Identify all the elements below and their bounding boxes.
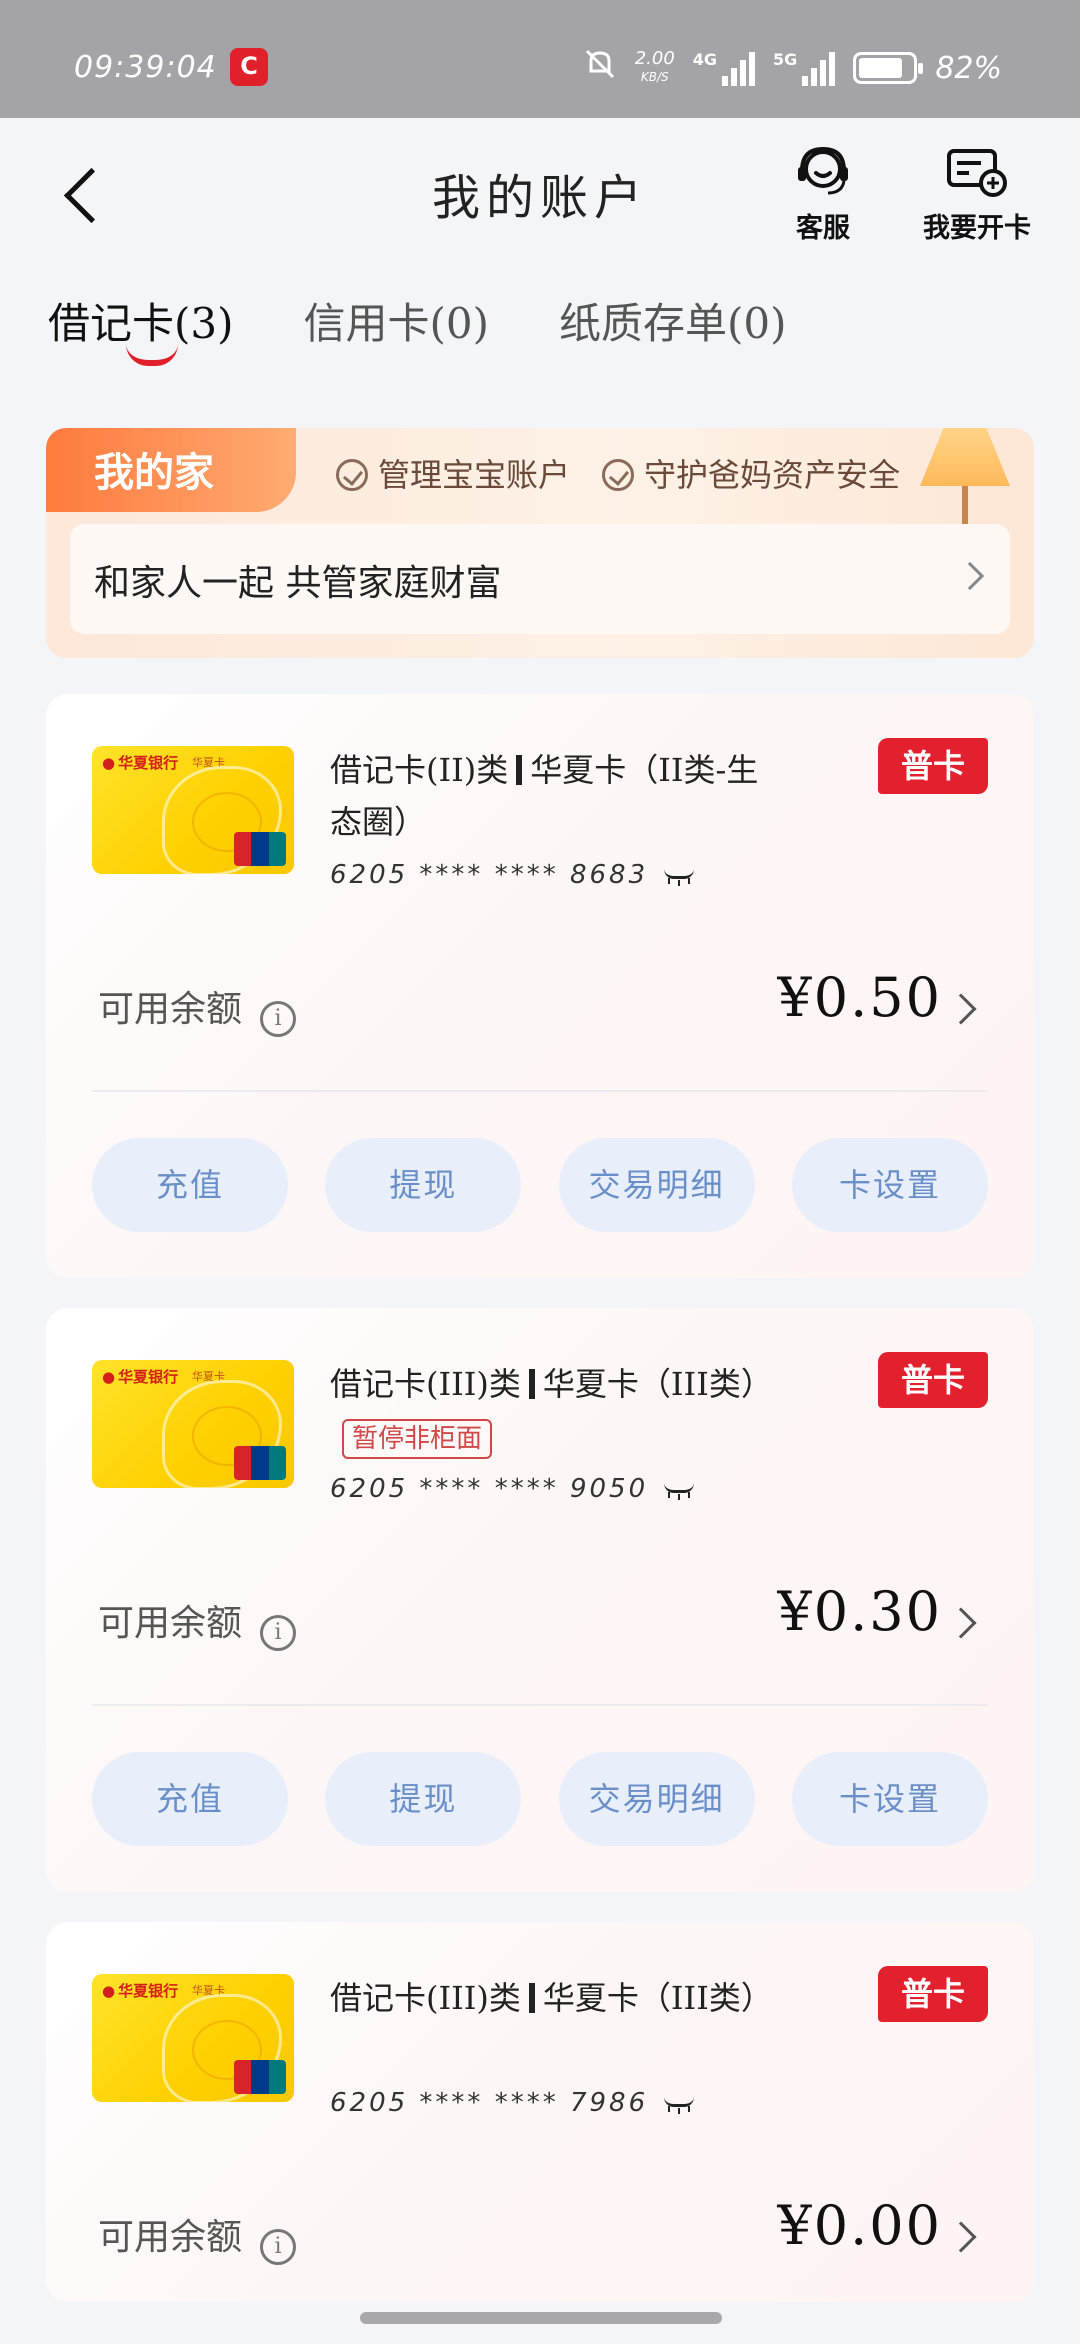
account-card[interactable]: 华夏银行 华夏卡 借记卡(II)类华夏卡（II类-生态圈） 6205 **** … [46, 694, 1034, 1278]
account-card[interactable]: 华夏银行 华夏卡 借记卡(III)类华夏卡（III类）暂停非柜面 6205 **… [46, 1308, 1034, 1892]
chevron-right-icon [955, 561, 985, 591]
balance-amount[interactable]: ¥0.30 [777, 1580, 942, 1643]
bank-card-image: 华夏银行 华夏卡 [92, 746, 294, 874]
open-card-button[interactable]: 我要开卡 [912, 138, 1042, 245]
recharge-button[interactable]: 充值 [92, 1752, 288, 1846]
customer-service-button[interactable]: 客服 [758, 138, 888, 245]
family-row-text: 和家人一起 共管家庭财富 [94, 563, 502, 604]
family-tag: 管理宝宝账户 [336, 450, 570, 496]
status-bar: 09:39:04 C 2.00 KB/S 4G 5G 82% [0, 0, 1080, 118]
eye-closed-icon[interactable] [664, 2097, 695, 2112]
tab-credit-card[interactable]: 信用卡(0) [304, 290, 490, 351]
card-actions: 充值 提现 交易明细 卡设置 [92, 1752, 988, 1846]
card-name: 借记卡(III)类 华夏卡（III类）暂停非柜面 [330, 1358, 790, 1462]
check-circle-icon [602, 459, 635, 491]
family-tags: 管理宝宝账户 守护爸妈资产安全 [336, 450, 900, 496]
balance-label: 可用余额 i [98, 980, 297, 1037]
card-settings-button[interactable]: 卡设置 [791, 1752, 988, 1846]
card-add-icon [912, 138, 1042, 206]
card-number: 6205 **** **** 8683 [330, 860, 695, 890]
family-tag: 守护爸妈资产安全 [602, 450, 900, 496]
card-number: 6205 **** **** 7986 [330, 2088, 695, 2118]
card-actions: 充值 提现 交易明细 卡设置 [92, 1138, 988, 1232]
info-icon[interactable]: i [260, 1001, 297, 1037]
mute-icon [583, 47, 617, 89]
app-notification-icon: C [230, 48, 268, 86]
account-tabs: 借记卡(3) 信用卡(0) 纸质存单(0) [48, 290, 787, 366]
signal-4g-icon: 4G [693, 50, 756, 86]
divider [92, 1704, 988, 1706]
divider [92, 1090, 988, 1092]
info-icon[interactable]: i [260, 1615, 297, 1651]
open-card-label: 我要开卡 [923, 213, 1031, 244]
balance-amount[interactable]: ¥0.50 [777, 966, 942, 1029]
eye-closed-icon[interactable] [664, 1483, 695, 1498]
transaction-details-button[interactable]: 交易明细 [558, 1138, 755, 1232]
balance-label: 可用余额 i [98, 1594, 297, 1651]
tab-debit-card[interactable]: 借记卡(3) [48, 290, 234, 366]
status-time: 09:39:04 [74, 50, 217, 85]
card-settings-button[interactable]: 卡设置 [791, 1138, 988, 1232]
card-type-badge: 普卡 [878, 738, 988, 794]
net-speed: 2.00 KB/S [634, 48, 675, 85]
unionpay-logo-icon [234, 2060, 286, 2094]
balance-amount[interactable]: ¥0.00 [777, 2194, 942, 2257]
bank-card-image: 华夏银行 华夏卡 [92, 1974, 294, 2102]
status-indicators: 2.00 KB/S 4G 5G 82% [583, 46, 1002, 90]
family-banner[interactable]: 我的家 管理宝宝账户 守护爸妈资产安全 和家人一起 共管家庭财富 [46, 428, 1034, 658]
card-name: 借记卡(II)类 华夏卡（II类-生态圈） [330, 751, 759, 841]
info-icon[interactable]: i [260, 2229, 297, 2265]
page-header: 我的账户 客服 我要开卡 [0, 118, 1080, 268]
transaction-details-button[interactable]: 交易明细 [558, 1752, 755, 1846]
eye-closed-icon[interactable] [664, 869, 695, 884]
balance-label: 可用余额 i [98, 2208, 297, 2265]
battery-icon [853, 52, 924, 84]
card-number: 6205 **** **** 9050 [330, 1474, 695, 1504]
family-entry-row[interactable]: 和家人一起 共管家庭财富 [70, 524, 1010, 634]
bank-card-image: 华夏银行 华夏卡 [92, 1360, 294, 1488]
status-badge: 暂停非柜面 [342, 1419, 493, 1459]
family-badge: 我的家 [46, 428, 296, 512]
tab-paper-deposit[interactable]: 纸质存单(0) [559, 290, 787, 351]
chevron-right-icon[interactable] [945, 2221, 977, 2253]
home-indicator[interactable] [360, 2312, 722, 2324]
card-type-badge: 普卡 [878, 1352, 988, 1408]
chevron-right-icon[interactable] [945, 993, 977, 1025]
check-circle-icon [336, 459, 368, 491]
withdraw-button[interactable]: 提现 [325, 1752, 522, 1846]
withdraw-button[interactable]: 提现 [325, 1138, 522, 1232]
headset-icon [758, 138, 888, 206]
card-type-badge: 普卡 [878, 1966, 988, 2022]
chevron-right-icon[interactable] [945, 1607, 977, 1639]
battery-percent: 82% [935, 50, 1002, 86]
customer-service-label: 客服 [796, 213, 850, 244]
card-name: 借记卡(III)类 华夏卡（III类） [330, 1979, 773, 2017]
account-card[interactable]: 华夏银行 华夏卡 借记卡(III)类华夏卡（III类） 6205 **** **… [46, 1922, 1034, 2302]
signal-5g-icon: 5G [773, 50, 836, 86]
recharge-button[interactable]: 充值 [92, 1138, 288, 1232]
unionpay-logo-icon [234, 832, 286, 866]
unionpay-logo-icon [234, 1446, 286, 1480]
